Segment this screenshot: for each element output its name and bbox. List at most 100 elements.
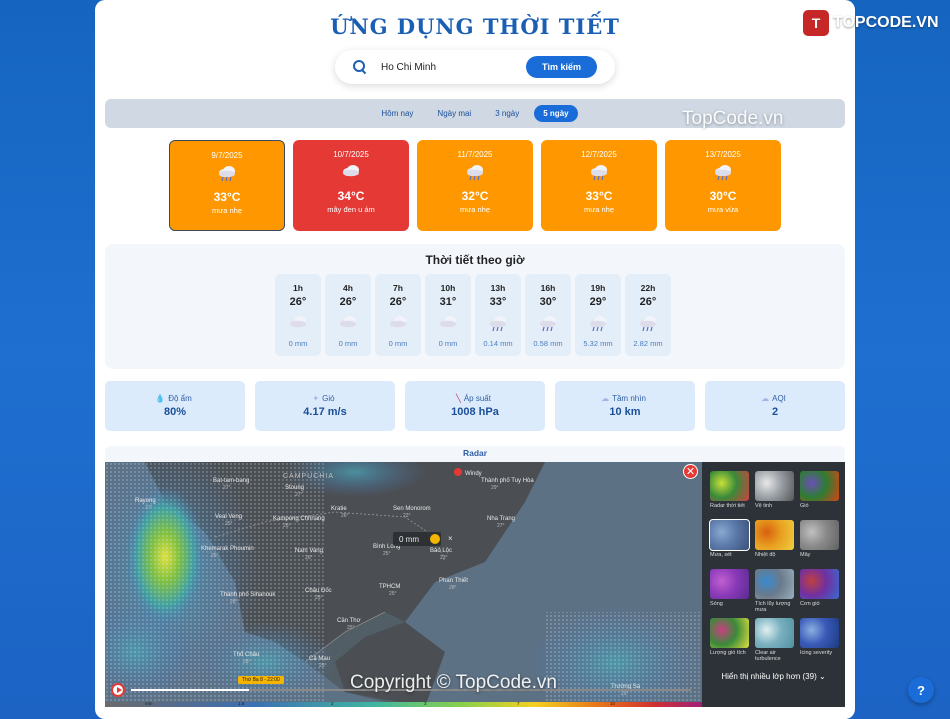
hour-label: 19h <box>590 283 606 293</box>
hour-label: 22h <box>640 283 656 293</box>
stat-card: ╲ Áp suất 1008 hPa <box>405 381 545 431</box>
map-place-name: TPHCM <box>379 584 400 590</box>
layer-thumbnail <box>710 569 749 599</box>
fog-icon: ☁ <box>601 394 610 403</box>
popup-close-icon[interactable]: × <box>448 534 453 543</box>
tab-2[interactable]: 3 ngày <box>486 105 528 122</box>
layer-option[interactable]: Lượng gió tích <box>710 618 749 662</box>
map-place-name: Thành phố Sihanouk <box>220 592 276 598</box>
stat-value: 4.17 m/s <box>303 406 347 418</box>
layer-name: Vệ tinh <box>755 503 773 509</box>
hourly-item: 13h 33° 0.14 mm <box>475 274 521 356</box>
map-place-name: Kampong Chhnang <box>273 516 325 522</box>
map-place-temp: 28° <box>230 599 238 605</box>
tab-0[interactable]: Hôm nay <box>372 105 422 122</box>
layer-option[interactable]: Vệ tinh <box>755 471 794 515</box>
rain-cloud-icon <box>575 314 621 337</box>
layer-option[interactable]: Nhiệt độ <box>755 520 794 564</box>
map-place-temp: 23° <box>440 555 448 561</box>
day-desc: mây đen u ám <box>327 205 375 214</box>
search-input[interactable] <box>381 61 521 73</box>
hour-label: 10h <box>440 283 456 293</box>
day-desc: mưa vừa <box>707 205 739 214</box>
stat-value: 1008 hPa <box>451 406 499 418</box>
scale-label: mm <box>145 701 153 706</box>
layer-option[interactable]: Radar thời tiết <box>710 471 749 515</box>
stat-label: Độ ẩm <box>168 394 192 403</box>
search-button[interactable]: Tìm kiếm <box>526 56 597 78</box>
day-temp: 32°C <box>461 189 489 203</box>
hour-label: 16h <box>540 283 556 293</box>
scale-label: 10 <box>610 701 616 706</box>
stat-value: 10 km <box>609 406 641 418</box>
rain-cloud-icon <box>541 163 657 186</box>
day-card[interactable]: 13/7/2025 30°C mưa vừa <box>665 140 781 231</box>
layer-option[interactable]: Clear air turbulence <box>755 618 794 662</box>
copyright-watermark: Copyright © TopCode.vn <box>350 672 557 693</box>
layer-option[interactable]: Gió <box>800 471 839 515</box>
radar-layer-panel: Radar thời tiết Vệ tinh Gió Mưa, sét Nhiệt đ… <box>702 462 845 707</box>
day-date: 13/7/2025 <box>705 150 741 159</box>
search-bar: Tìm kiếm <box>335 50 615 84</box>
more-layers-button[interactable]: Hiển thị nhiều lớp hơn (39) ⌄ <box>702 672 845 681</box>
tab-1[interactable]: Ngày mai <box>428 105 480 122</box>
logo-text: TOPCODE.VN <box>833 14 939 31</box>
day-date: 9/7/2025 <box>211 151 243 160</box>
layer-option[interactable]: Cơn gió <box>800 569 839 613</box>
play-button[interactable] <box>111 683 125 697</box>
page-title: ỨNG DỤNG THỜI TIẾT <box>330 14 620 39</box>
map-place-temp: 25° <box>211 553 219 559</box>
layer-thumbnail <box>800 471 839 501</box>
radar-map[interactable]: CAMPUCHIA Bat-tam-bang 27° Stoung 27° Rayong 2… <box>105 462 702 707</box>
map-place-name: Cà Mau <box>309 656 330 662</box>
layer-option[interactable]: Sóng <box>710 569 749 613</box>
stat-label: Gió <box>322 394 335 403</box>
tab-3[interactable]: 5 ngày <box>534 105 578 122</box>
hourly-item: 1h 26° 0 mm <box>275 274 321 356</box>
layer-option[interactable]: Tích lũy lượng mưa <box>755 569 794 613</box>
day-temp: 33°C <box>585 189 613 203</box>
scale-label: 1.5 <box>238 701 245 706</box>
weather-stats: 💧 Độ ẩm 80% ✦ Gió 4.17 m/s ╲ Áp suất 1008 hPa ☁ Tầ… <box>105 381 845 431</box>
help-button[interactable]: ? <box>908 677 934 703</box>
layer-option[interactable]: Mưa, sét <box>709 519 750 564</box>
layer-thumbnail <box>755 618 794 648</box>
map-place-temp: 25° <box>315 595 323 601</box>
layer-name: Lượng gió tích <box>710 650 746 656</box>
layer-name: Mưa, sét <box>710 552 732 558</box>
radar-close-icon[interactable]: ✕ <box>683 464 698 479</box>
stat-label: Tầm nhìn <box>612 394 646 403</box>
map-place-temp: 25° <box>319 663 327 669</box>
map-place-temp: 28° <box>243 659 251 665</box>
radar-popup: 0 mm <box>399 535 419 544</box>
map-place-name: Cần Thơ <box>337 618 361 624</box>
cloud-icon <box>275 314 321 337</box>
hourly-item: 22h 26° 2.82 mm <box>625 274 671 356</box>
day-card[interactable]: 9/7/2025 33°C mưa nhẹ <box>169 140 285 231</box>
search-icon <box>353 60 367 74</box>
layer-thumbnail <box>710 618 749 648</box>
day-desc: mưa nhẹ <box>211 206 243 215</box>
thermometer-icon: ╲ <box>456 394 461 403</box>
cloud-icon: ☁ <box>761 394 770 403</box>
day-card[interactable]: 11/7/2025 32°C mưa nhẹ <box>417 140 533 231</box>
day-card[interactable]: 12/7/2025 33°C mưa nhẹ <box>541 140 657 231</box>
logo-icon: T <box>803 10 829 36</box>
hour-label: 1h <box>293 283 303 293</box>
layer-name: Tích lũy lượng mưa <box>755 601 791 613</box>
layer-thumbnail <box>800 618 839 648</box>
layer-option[interactable]: Mây <box>800 520 839 564</box>
scale-label: 3 <box>424 701 427 706</box>
hourly-row: 1h 26° 0 mm 4h 26° 0 mm 7h 26° 0 mm 10h 31° 0 mm 13h… <box>275 274 671 356</box>
stat-label: AQI <box>772 394 786 403</box>
map-place-temp: 22° <box>403 513 411 519</box>
hour-temp: 29° <box>589 296 607 308</box>
map-place-name: Sen Monorom <box>393 506 431 512</box>
map-place-name: CAMPUCHIA <box>283 473 334 480</box>
day-card[interactable]: 10/7/2025 34°C mây đen u ám <box>293 140 409 231</box>
stat-card: ☁ Tầm nhìn 10 km <box>555 381 695 431</box>
layer-option[interactable]: Icing severity <box>800 618 839 662</box>
stat-value: 2 <box>771 406 779 418</box>
rain-cloud-icon <box>525 314 571 337</box>
day-date: 10/7/2025 <box>333 150 369 159</box>
